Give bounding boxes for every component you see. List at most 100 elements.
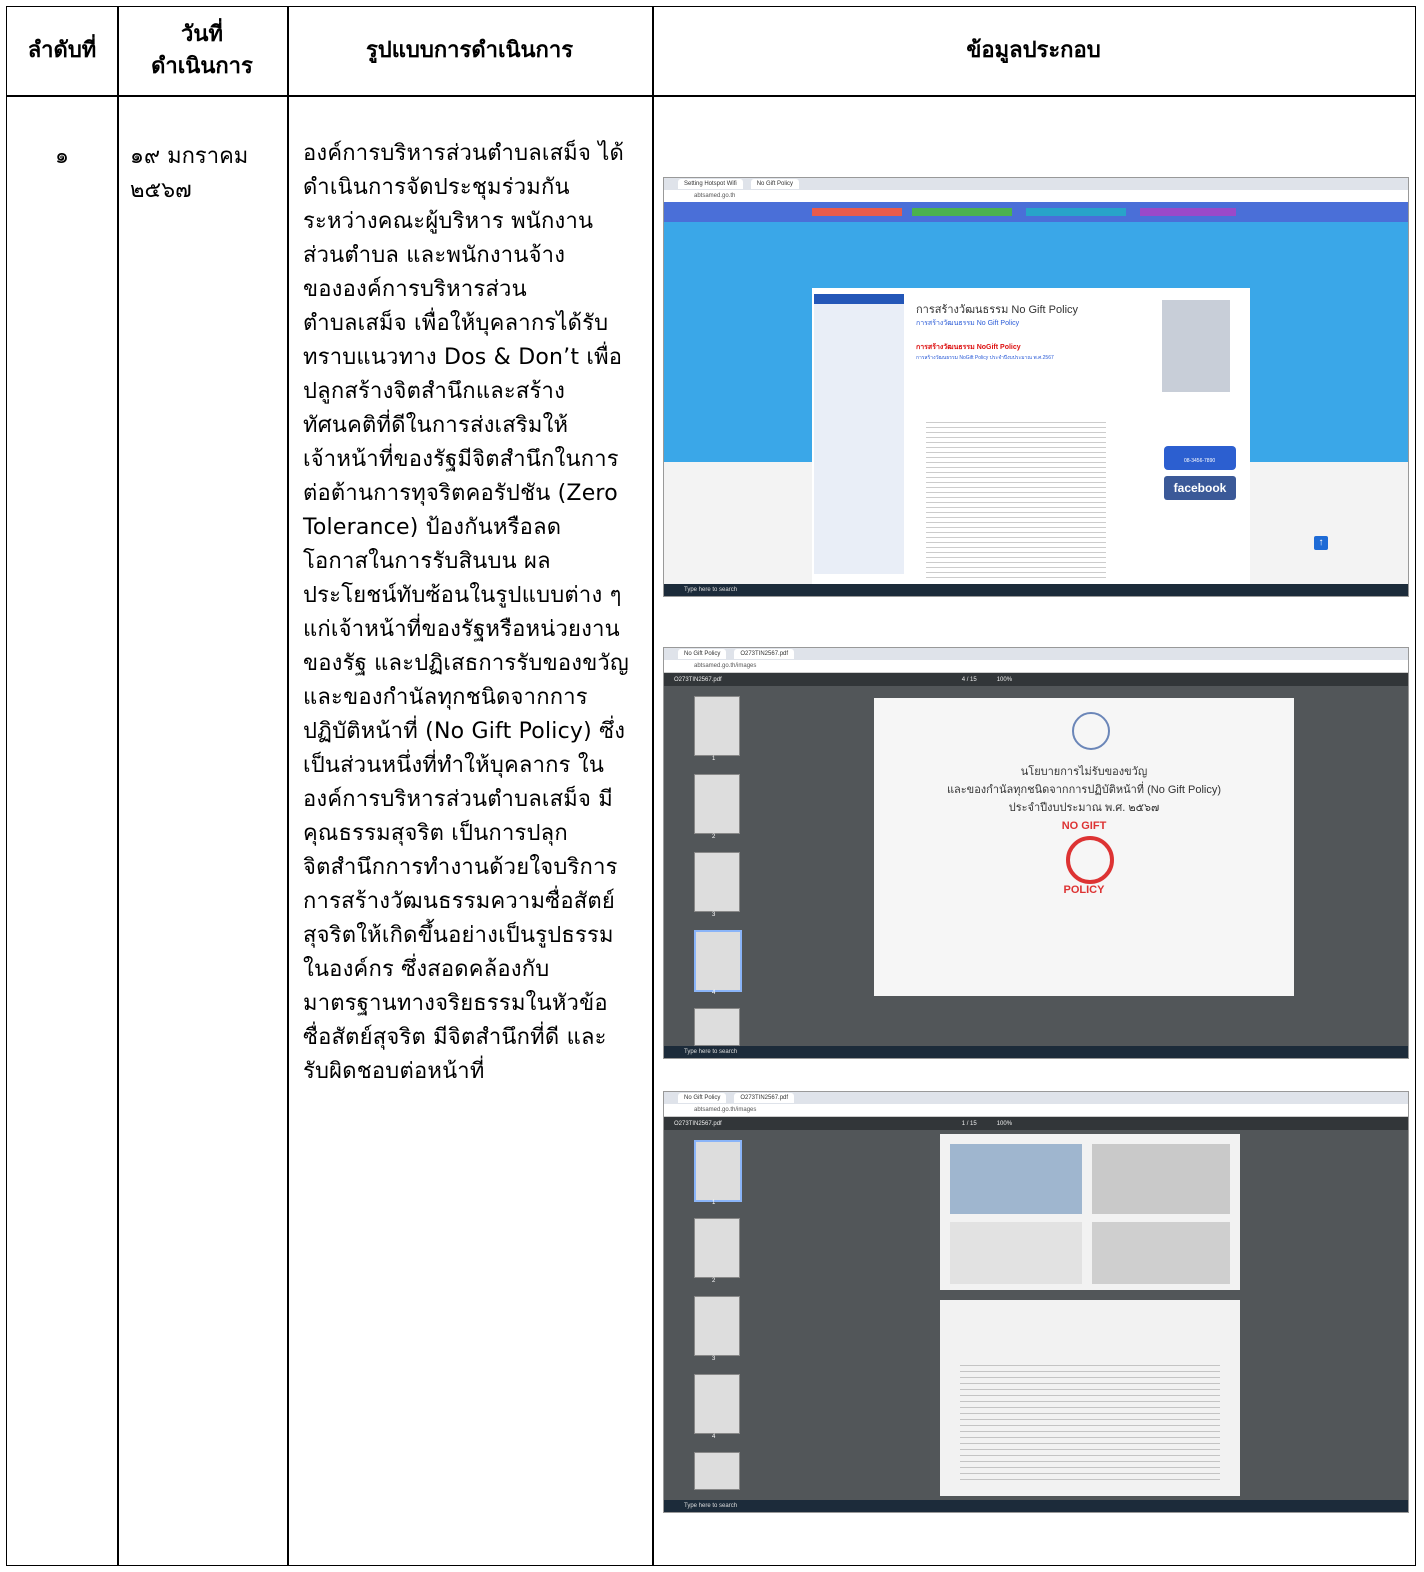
pdf-thumb-selected[interactable] bbox=[694, 930, 742, 992]
site-menu-purple bbox=[1140, 208, 1236, 216]
thumb-number: 2 bbox=[712, 834, 716, 840]
thumb-number: 1 bbox=[712, 756, 716, 762]
header-divider bbox=[7, 95, 1415, 97]
description-line: จิตสำนึกการทำงานด้วยใจบริการ bbox=[303, 855, 618, 880]
executive-photo bbox=[1162, 300, 1230, 392]
pdf-thumb[interactable] bbox=[694, 1374, 740, 1434]
doc-line2: และของกำนัลทุกชนิดจากการปฏิบัติหน้าที่ (… bbox=[946, 784, 1222, 796]
description-line: ปฏิบัติหน้าที่ (No Gift Policy) ซึ่ง bbox=[303, 719, 626, 744]
pdf-page-info: 1 / 15 bbox=[961, 1121, 977, 1127]
thumb-number: 3 bbox=[712, 912, 716, 918]
pdf-page: นโยบายการไม่รับของขวัญ และของกำนัลทุกชนิ… bbox=[874, 698, 1294, 996]
pdf-thumb[interactable] bbox=[694, 1008, 740, 1046]
description-line: ดำเนินการจัดประชุมร่วมกัน bbox=[303, 175, 570, 200]
pdf-toolbar: O273TIN2567.pdf 4 / 15 100% bbox=[664, 673, 1408, 687]
header-format-label: รูปแบบการดำเนินการ bbox=[365, 38, 574, 63]
pdf-thumb[interactable] bbox=[694, 774, 740, 834]
site-sidebar-header bbox=[814, 294, 904, 304]
pdf-thumb-selected[interactable] bbox=[694, 1140, 742, 1202]
description-line: โอกาสในการรับสินบน ผล bbox=[303, 549, 551, 574]
pdf-page-area: นโยบายการไม่รับของขวัญ และของกำนัลทุกชนิ… bbox=[774, 686, 1408, 1046]
header-date-line2: ดำเนินการ bbox=[151, 54, 253, 79]
thumb-number: 4 bbox=[712, 990, 716, 996]
browser-tab: Setting Hotspot Wifi bbox=[678, 179, 743, 189]
description-line: ทราบแนวทาง Dos & Don’t เพื่อ bbox=[303, 345, 623, 370]
report-text-lines bbox=[960, 1360, 1220, 1480]
taskbar-search[interactable]: Type here to search bbox=[684, 1049, 737, 1055]
thumb-number: 3 bbox=[712, 1356, 716, 1362]
header-format: รูปแบบการดำเนินการ bbox=[287, 7, 652, 95]
article-body-lines bbox=[926, 418, 1106, 578]
description-line: ปลูกสร้างจิตสำนึกและสร้าง bbox=[303, 379, 566, 404]
browser-tab-active: O273TIN2567.pdf bbox=[734, 649, 795, 659]
pdf-page-area bbox=[774, 1130, 1408, 1500]
site-menu-red bbox=[812, 208, 902, 216]
pdf-thumb[interactable] bbox=[694, 696, 740, 756]
description-line: การสร้างวัฒนธรรมความซื่อสัตย์ bbox=[303, 889, 615, 914]
article-title: การสร้างวัฒนธรรม No Gift Policy bbox=[916, 304, 1079, 316]
website-screenshot: Setting Hotspot Wifi No Gift Policy abtsa… bbox=[663, 177, 1409, 597]
description-line: ระหว่างคณะผู้บริหาร พนักงาน bbox=[303, 209, 594, 234]
browser-tabbar: No Gift Policy O273TIN2567.pdf bbox=[664, 1092, 1408, 1104]
browser-tab-active: No Gift Policy bbox=[750, 179, 800, 189]
description-line: ประโยชน์ทับซ้อนในรูปแบบต่าง ๆ bbox=[303, 583, 622, 608]
windows-taskbar: Type here to search bbox=[664, 1046, 1408, 1058]
scroll-top-icon[interactable]: ↑ bbox=[1314, 536, 1328, 550]
policy-doc-photo bbox=[950, 1222, 1082, 1284]
pdf-zoom[interactable]: 100% bbox=[997, 1121, 1012, 1127]
row-number: ๑ bbox=[55, 144, 69, 169]
doc-line1: นโยบายการไม่รับของขวัญ bbox=[1020, 766, 1148, 778]
description-line: และของกำนัลทุกชนิดจากการ bbox=[303, 685, 588, 710]
browser-urlbar: abtsamed.go.th/images bbox=[664, 660, 1408, 673]
pdf-thumb[interactable] bbox=[694, 1296, 740, 1356]
pdf-thumb[interactable] bbox=[694, 852, 740, 912]
pdf-page bbox=[940, 1134, 1240, 1290]
pdf-thumbnails: 1 2 3 4 bbox=[664, 686, 774, 1046]
site-sidebar bbox=[814, 294, 904, 574]
description-line: ในองค์กร ซึ่งสอดคล้องกับ bbox=[303, 957, 550, 982]
description-line: ซื่อสัตย์สุจริต มีจิตสำนึกที่ดี และ bbox=[303, 1025, 607, 1050]
meeting-photo bbox=[1092, 1144, 1230, 1214]
pdf-thumbnails: 1 2 3 4 bbox=[664, 1130, 774, 1500]
browser-tabbar: No Gift Policy O273TIN2567.pdf bbox=[664, 648, 1408, 660]
pdf-zoom[interactable]: 100% bbox=[997, 677, 1012, 683]
description-line: องค์การบริหารส่วนตำบลเสม็จ มี bbox=[303, 787, 613, 812]
article-link[interactable]: การสร้างวัฒนธรรม NoGift Policy ประจำปีงบ… bbox=[916, 354, 1054, 362]
policy-doc-photo bbox=[1092, 1222, 1230, 1284]
facebook-button[interactable]: facebook bbox=[1164, 476, 1236, 500]
browser-tabbar: Setting Hotspot Wifi No Gift Policy bbox=[664, 178, 1408, 190]
description-line: ทัศนคติที่ดีในการส่งเสริมให้ bbox=[303, 413, 569, 438]
pdf-screenshot-meeting: No Gift Policy O273TIN2567.pdf abtsamed.g… bbox=[663, 1091, 1409, 1513]
description-line: เจ้าหน้าที่ของรัฐมีจิตสำนึกในการ bbox=[303, 447, 619, 472]
taskbar-search[interactable]: Type here to search bbox=[684, 1503, 737, 1509]
description-line: องค์การบริหารส่วนตำบลเสม็จ ได้ bbox=[303, 141, 625, 166]
taskbar-search[interactable]: Type here to search bbox=[684, 587, 737, 593]
windows-taskbar: Type here to search bbox=[664, 1500, 1408, 1512]
browser-tab-active: O273TIN2567.pdf bbox=[734, 1093, 795, 1103]
column-divider bbox=[287, 7, 289, 1565]
pdf-thumb[interactable] bbox=[694, 1452, 740, 1490]
windows-taskbar: Type here to search bbox=[664, 584, 1408, 596]
header-evidence: ข้อมูลประกอบ bbox=[652, 7, 1415, 95]
no-gift-icon bbox=[1066, 836, 1114, 884]
phone-number: 08-3456-7890 bbox=[1184, 458, 1216, 464]
description-line: รับผิดชอบต่อหน้าที่ bbox=[303, 1059, 485, 1084]
description-line: ต่อต้านการทุจริตคอรัปชัน (Zero bbox=[303, 481, 618, 506]
pdf-thumb[interactable] bbox=[694, 1218, 740, 1278]
browser-tab: No Gift Policy bbox=[678, 1093, 727, 1103]
meeting-photo bbox=[950, 1144, 1082, 1214]
column-divider bbox=[652, 7, 654, 1565]
description-line: ส่วนตำบล และพนักงานจ้าง bbox=[303, 243, 566, 268]
description-line: แก่เจ้าหน้าที่ของรัฐหรือหน่วยงาน bbox=[303, 617, 620, 642]
doc-line3: ประจำปีงบประมาณ พ.ศ. ๒๕๖๗ bbox=[1008, 802, 1160, 814]
site-menu-green bbox=[912, 208, 1012, 216]
pdf-screenshot-policy: No Gift Policy O273TIN2567.pdf abtsamed.g… bbox=[663, 647, 1409, 1059]
browser-tab: No Gift Policy bbox=[678, 649, 727, 659]
pdf-page bbox=[940, 1300, 1240, 1496]
header-date: วันที่ ดำเนินการ bbox=[117, 7, 287, 95]
thumb-number: 1 bbox=[712, 1200, 716, 1206]
description-line: มาตรฐานทางจริยธรรมในหัวข้อ bbox=[303, 991, 608, 1016]
row-date-line2: ๒๕๖๗ bbox=[130, 178, 192, 203]
header-evidence-label: ข้อมูลประกอบ bbox=[966, 38, 1101, 63]
row-date-line1: ๑๙ มกราคม bbox=[130, 144, 249, 169]
